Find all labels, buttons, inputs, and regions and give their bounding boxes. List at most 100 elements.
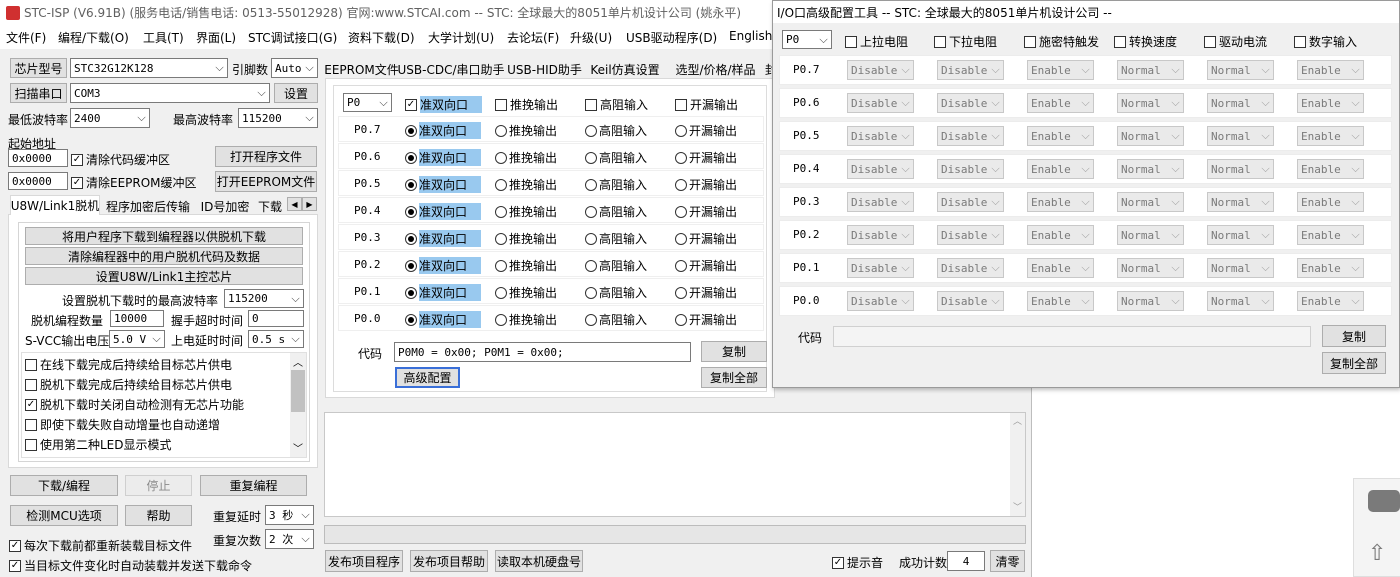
radio-quasi[interactable]: 准双向口 bbox=[405, 284, 482, 301]
adv-drive-select[interactable]: Normal ⌵ bbox=[1207, 258, 1274, 278]
radio-high-z[interactable]: 高阻输入 bbox=[585, 257, 647, 274]
adv-pulldown-select[interactable]: Disable ⌵ bbox=[937, 225, 1004, 245]
clear-eeprom-checkbox[interactable]: ✓ 清除EEPROM缓冲区 bbox=[71, 174, 197, 191]
adv-pullup-select[interactable]: Disable ⌵ bbox=[847, 159, 914, 179]
adv-pulldown-select[interactable]: Disable ⌵ bbox=[937, 126, 1004, 146]
menu-interface[interactable]: 界面(L) bbox=[196, 29, 236, 46]
adv-pulldown-select[interactable]: Disable ⌵ bbox=[937, 93, 1004, 113]
log-output-area[interactable] bbox=[324, 412, 1026, 517]
adv-digital-input-select[interactable]: Enable ⌵ bbox=[1297, 225, 1364, 245]
svcc-select[interactable]: 5.0 V ⌵ bbox=[109, 330, 165, 348]
tab-id-encrypt[interactable]: ID号加密 bbox=[196, 197, 254, 215]
radio-push-pull[interactable]: 推挽输出 bbox=[495, 284, 557, 301]
offline-count-input[interactable]: 10000 bbox=[110, 310, 164, 327]
adv-schmitt-select[interactable]: Enable ⌵ bbox=[1027, 225, 1094, 245]
detect-mcu-button[interactable]: 检测MCU选项 bbox=[10, 505, 118, 526]
clear-offline-code-button[interactable]: 清除编程器中的用户脱机代码及数据 bbox=[25, 247, 303, 265]
scroll-top-icon[interactable]: ⇧ bbox=[1368, 543, 1400, 571]
adv-digital-input-select[interactable]: Enable ⌵ bbox=[1297, 291, 1364, 311]
help-button[interactable]: 帮助 bbox=[125, 505, 192, 526]
radio-open-drain[interactable]: 开漏输出 bbox=[675, 284, 737, 301]
adv-code-output[interactable] bbox=[833, 326, 1311, 347]
adv-pullup-select[interactable]: Disable ⌵ bbox=[847, 258, 914, 278]
menu-english[interactable]: English bbox=[729, 29, 772, 43]
open-program-file-button[interactable]: 打开程序文件 bbox=[215, 146, 317, 167]
chat-bubble-icon[interactable] bbox=[1368, 490, 1400, 512]
all-push-pull-checkbox[interactable]: 推挽输出 bbox=[495, 96, 558, 113]
tab-scroll-right-icon[interactable]: ▶ bbox=[302, 197, 317, 211]
pins-select[interactable]: Auto ⌵ bbox=[271, 58, 318, 78]
radio-open-drain[interactable]: 开漏输出 bbox=[675, 176, 737, 193]
adv-pullup-select[interactable]: Disable ⌵ bbox=[847, 126, 914, 146]
radio-high-z[interactable]: 高阻输入 bbox=[585, 149, 647, 166]
menu-usb-driver[interactable]: USB驱动程序(D) bbox=[626, 29, 717, 46]
adv-digital-input-select[interactable]: Enable ⌵ bbox=[1297, 258, 1364, 278]
adv-pullup-select[interactable]: Disable ⌵ bbox=[847, 225, 914, 245]
option-keep-power-online[interactable]: 在线下载完成后持续给目标芯片供电 bbox=[25, 356, 232, 373]
tab-download[interactable]: 下载 bbox=[258, 197, 288, 215]
radio-high-z[interactable]: 高阻输入 bbox=[585, 176, 647, 193]
adv-slew-select[interactable]: Normal ⌵ bbox=[1117, 225, 1184, 245]
option-second-led-mode[interactable]: 使用第二种LED显示模式 bbox=[25, 436, 172, 453]
adv-pullup-select[interactable]: Disable ⌵ bbox=[847, 60, 914, 80]
adv-all-digital-input-checkbox[interactable]: 数字输入 bbox=[1294, 33, 1357, 50]
scroll-up-icon[interactable]: ︿ bbox=[293, 354, 303, 369]
adv-drive-select[interactable]: Normal ⌵ bbox=[1207, 192, 1274, 212]
menu-docs[interactable]: 资料下载(D) bbox=[348, 29, 415, 46]
radio-high-z[interactable]: 高阻输入 bbox=[585, 230, 647, 247]
all-high-impedance-checkbox[interactable]: 高阻输入 bbox=[585, 96, 648, 113]
scroll-up-icon[interactable]: ︿ bbox=[1013, 414, 1022, 427]
menu-file[interactable]: 文件(F) bbox=[6, 29, 46, 46]
radio-push-pull[interactable]: 推挽输出 bbox=[495, 149, 557, 166]
adv-all-pullup-checkbox[interactable]: 上拉电阻 bbox=[845, 33, 908, 50]
radio-push-pull[interactable]: 推挽输出 bbox=[495, 122, 557, 139]
option-auto-increment[interactable]: 即使下载失败自动增量也自动递增 bbox=[25, 416, 220, 433]
radio-push-pull[interactable]: 推挽输出 bbox=[495, 257, 557, 274]
copy-all-button[interactable]: 复制全部 bbox=[701, 367, 767, 388]
radio-open-drain[interactable]: 开漏输出 bbox=[675, 257, 737, 274]
adv-pulldown-select[interactable]: Disable ⌵ bbox=[937, 258, 1004, 278]
adv-pulldown-select[interactable]: Disable ⌵ bbox=[937, 291, 1004, 311]
radio-quasi[interactable]: 准双向口 bbox=[405, 176, 482, 193]
adv-schmitt-select[interactable]: Enable ⌵ bbox=[1027, 258, 1094, 278]
tab-selection-price[interactable]: 选型/价格/样品 bbox=[668, 60, 763, 79]
adv-digital-input-select[interactable]: Enable ⌵ bbox=[1297, 159, 1364, 179]
tab-keil-debug[interactable]: Keil仿真设置 bbox=[585, 60, 665, 79]
adv-all-schmitt-checkbox[interactable]: 施密特触发 bbox=[1024, 33, 1099, 50]
min-baud-select[interactable]: 2400 ⌵ bbox=[70, 108, 150, 128]
clear-code-checkbox[interactable]: ✓ 清除代码缓冲区 bbox=[71, 151, 170, 168]
radio-open-drain[interactable]: 开漏输出 bbox=[675, 122, 737, 139]
repeat-program-button[interactable]: 重复编程 bbox=[200, 475, 307, 496]
all-quasi-bidirectional-checkbox[interactable]: ✓ 准双向口 bbox=[405, 96, 483, 113]
scroll-down-icon[interactable]: ﹀ bbox=[293, 440, 303, 455]
clear-count-button[interactable]: 清零 bbox=[990, 550, 1025, 572]
option-keep-power-offline[interactable]: 脱机下载完成后持续给目标芯片供电 bbox=[25, 376, 232, 393]
adv-schmitt-select[interactable]: Enable ⌵ bbox=[1027, 159, 1094, 179]
option-disable-chip-detect[interactable]: ✓ 脱机下载时关闭自动检测有无芯片功能 bbox=[25, 396, 244, 413]
handshake-timeout-input[interactable]: 0 bbox=[248, 310, 304, 327]
adv-slew-select[interactable]: Normal ⌵ bbox=[1117, 192, 1184, 212]
tab-usb-hid[interactable]: USB-HID助手 bbox=[507, 60, 582, 79]
radio-open-drain[interactable]: 开漏输出 bbox=[675, 230, 737, 247]
adv-drive-select[interactable]: Normal ⌵ bbox=[1207, 291, 1274, 311]
adv-slew-select[interactable]: Normal ⌵ bbox=[1117, 291, 1184, 311]
adv-schmitt-select[interactable]: Enable ⌵ bbox=[1027, 192, 1094, 212]
copy-button[interactable]: 复制 bbox=[701, 341, 767, 362]
radio-quasi[interactable]: 准双向口 bbox=[405, 203, 482, 220]
adv-pullup-select[interactable]: Disable ⌵ bbox=[847, 93, 914, 113]
tab-u8w-offline[interactable]: U8W/Link1脱机 bbox=[10, 195, 100, 215]
advanced-config-button[interactable]: 高级配置 bbox=[395, 367, 460, 388]
adv-drive-select[interactable]: Normal ⌵ bbox=[1207, 225, 1274, 245]
tab-scroll-left-icon[interactable]: ◀ bbox=[287, 197, 302, 211]
radio-push-pull[interactable]: 推挽输出 bbox=[495, 176, 557, 193]
adv-all-drive-checkbox[interactable]: 驱动电流 bbox=[1204, 33, 1267, 50]
radio-open-drain[interactable]: 开漏输出 bbox=[675, 149, 737, 166]
adv-copy-button[interactable]: 复制 bbox=[1322, 325, 1386, 347]
radio-quasi[interactable]: 准双向口 bbox=[405, 257, 482, 274]
adv-copy-all-button[interactable]: 复制全部 bbox=[1322, 352, 1386, 374]
publish-project-button[interactable]: 发布项目程序 bbox=[325, 550, 403, 572]
menu-tools[interactable]: 工具(T) bbox=[143, 29, 184, 46]
radio-quasi[interactable]: 准双向口 bbox=[405, 122, 482, 139]
scroll-down-icon[interactable]: ﹀ bbox=[1013, 500, 1022, 513]
set-master-chip-button[interactable]: 设置U8W/Link1主控芯片 bbox=[25, 267, 303, 285]
